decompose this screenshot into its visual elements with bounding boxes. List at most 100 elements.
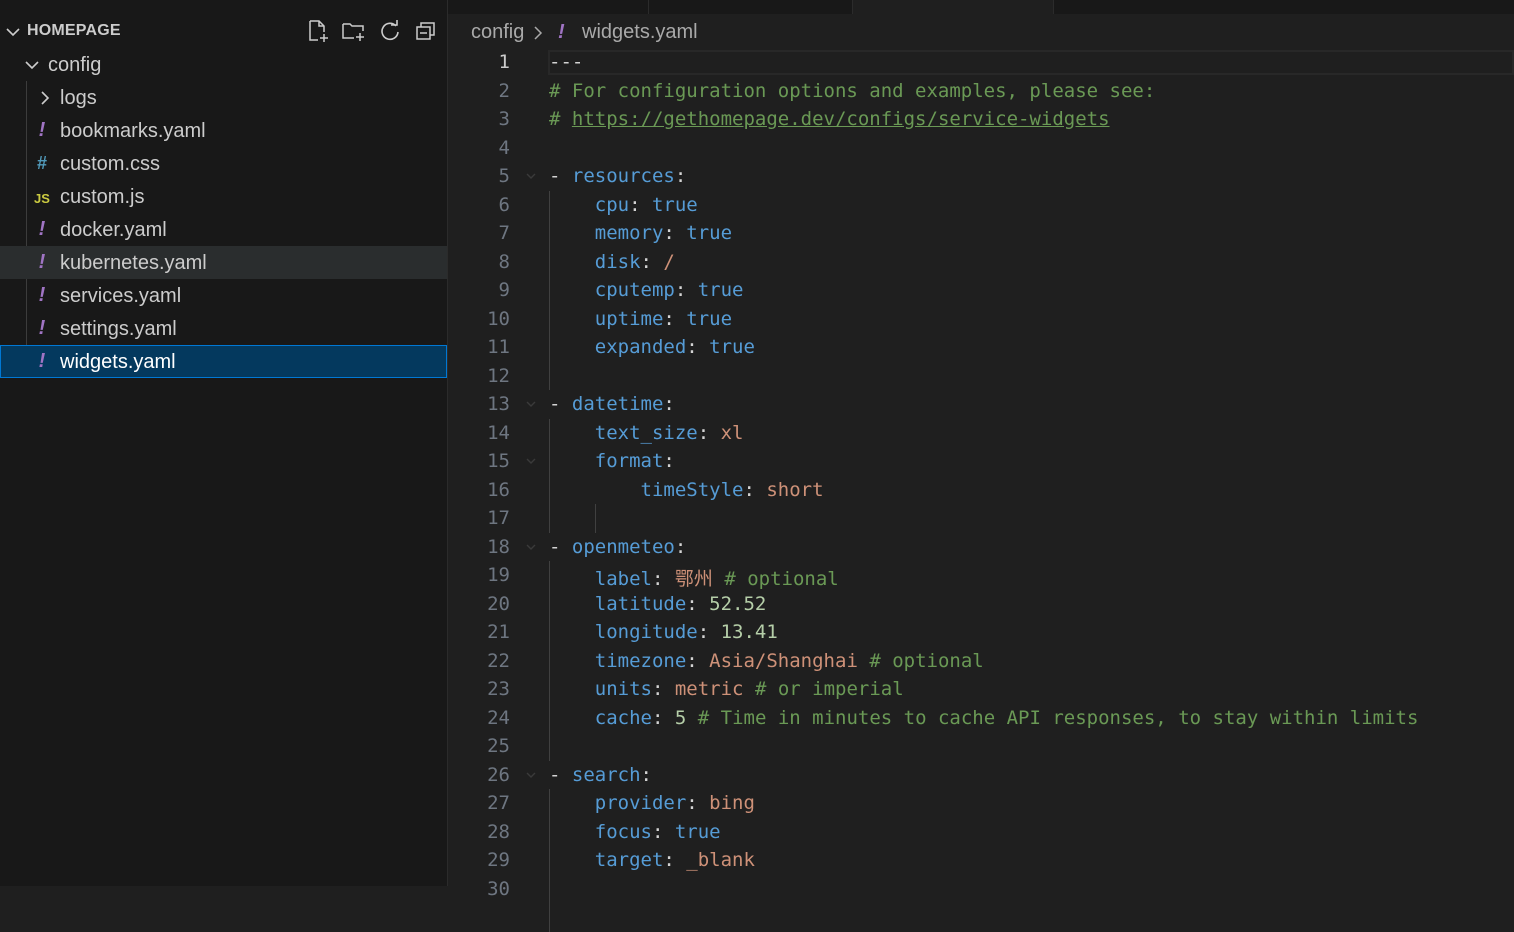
tree-file-kubernetes-yaml[interactable]: ! kubernetes.yaml [0,246,447,279]
code-line[interactable]: 20 latitude: 52.52 [448,590,1514,619]
code-line[interactable]: 1 --- [448,48,1514,77]
code-line[interactable]: 27 provider: bing [448,789,1514,818]
code-line[interactable]: 16 timeStyle: short [448,476,1514,505]
code-token-comment: # optional [857,649,984,672]
tree-file-custom-css[interactable]: # custom.css [0,147,447,180]
tree-file-docker-yaml[interactable]: ! docker.yaml [0,213,447,246]
editor-tab[interactable] [649,0,853,14]
code-token-punc: : [674,535,687,558]
code-token-comment: # Time in minutes to cache API responses… [686,706,1419,729]
code-line[interactable]: 8 disk: / [448,248,1514,277]
code-text: units: metric # or imperial [549,678,904,700]
code-token-str: short [766,478,824,501]
yaml-file-icon: ! [38,251,46,273]
code-editor[interactable]: 1 --- 2 # For configuration options and exa… [448,48,1514,932]
tree-file-settings-yaml[interactable]: ! settings.yaml [0,312,447,345]
code-line[interactable]: 7 memory: true [448,219,1514,248]
code-token-key: provider [594,792,687,814]
code-line[interactable]: 14 text_size: xl [448,419,1514,448]
editor-tab-active[interactable] [853,0,1054,14]
code-token-punc [549,422,595,444]
code-line[interactable]: 9 cputemp: true [448,276,1514,305]
code-token-key: label [594,568,652,590]
code-token-key: search [571,763,641,786]
code-token-key: units [594,678,652,700]
tree-file-services-yaml[interactable]: ! services.yaml [0,279,447,312]
code-line[interactable]: 29 target: _blank [448,846,1514,875]
code-line[interactable]: 15 format: [448,447,1514,476]
code-line[interactable]: 2 # For configuration options and example… [448,77,1514,106]
code-line[interactable]: 19 label: 鄂州 # optional [448,561,1514,590]
new-file-button[interactable] [305,18,331,44]
refresh-button[interactable] [377,18,403,44]
tree-item-label: docker.yaml [60,219,167,241]
code-line[interactable]: 4 [448,134,1514,163]
line-number: 20 [487,592,510,615]
fold-chevron-icon[interactable] [524,540,538,554]
code-line[interactable]: 5 - resources: [448,162,1514,191]
code-token-punc: : [663,450,675,472]
fold-chevron-icon[interactable] [524,397,538,411]
tree-folder-config[interactable]: config [0,48,447,81]
code-text: --- [549,51,583,73]
new-folder-button[interactable] [341,18,367,44]
code-token-punc [549,279,595,301]
code-text: label: 鄂州 # optional [549,564,839,591]
code-line[interactable]: 26 - search: [448,761,1514,790]
code-text: cache: 5 # Time in minutes to cache API … [549,706,1419,729]
code-token-bool: true [686,222,733,244]
tree-file-widgets-yaml[interactable]: ! widgets.yaml [0,345,447,378]
code-line[interactable]: 3 # https://gethomepage.dev/configs/servi… [448,105,1514,134]
code-token-bool: true [686,307,733,330]
code-line[interactable]: 25 [448,732,1514,761]
breadcrumb-folder[interactable]: config [471,21,524,44]
code-line[interactable]: 12 [448,362,1514,391]
code-token-str: Asia/Shanghai [709,649,858,672]
code-text: target: _blank [549,849,755,871]
tree-item-label: custom.js [60,186,145,208]
tree-file-custom-js[interactable]: JS custom.js [0,180,447,213]
code-line[interactable]: 18 - openmeteo: [448,533,1514,562]
code-line[interactable]: 30 [448,875,1514,904]
code-token-punc [549,251,595,273]
code-token-key: target [594,849,664,871]
code-line[interactable]: 17 [448,504,1514,533]
chevron-down-icon [25,61,39,70]
fold-chevron-icon[interactable] [524,454,538,468]
editor-tab[interactable] [448,0,649,14]
code-token-punc [549,336,595,358]
code-text: latitude: 52.52 [549,593,767,615]
breadcrumb-file[interactable]: widgets.yaml [582,21,698,44]
code-line[interactable]: 22 timezone: Asia/Shanghai # optional [448,647,1514,676]
new-file-icon [309,20,328,42]
code-token-punc [549,821,595,843]
current-line-highlight [548,50,1514,75]
code-token-link[interactable]: https://gethomepage.dev/configs/service-… [572,108,1110,130]
code-line[interactable]: 11 expanded: true [448,333,1514,362]
tree-file-bookmarks-yaml[interactable]: ! bookmarks.yaml [0,114,447,147]
fold-chevron-icon[interactable] [524,768,538,782]
tree-item-label: custom.css [60,153,161,175]
code-token-punc: --- [549,51,584,73]
tree-folder-logs[interactable]: logs [0,81,447,114]
fold-chevron-icon[interactable] [524,169,538,183]
line-number: 30 [487,877,510,900]
code-token-key: expanded [594,336,687,358]
yaml-file-icon: ! [38,317,46,339]
code-line[interactable]: 10 uptime: true [448,305,1514,334]
code-line[interactable]: 28 focus: true [448,818,1514,847]
line-number: 5 [498,165,510,187]
indent-guide [549,418,550,533]
code-text: focus: true [549,821,721,843]
collapse-all-button[interactable] [413,18,439,44]
code-line[interactable]: 23 units: metric # or imperial [448,675,1514,704]
code-line[interactable]: 21 longitude: 13.41 [448,618,1514,647]
code-line[interactable]: 13 - datetime: [448,390,1514,419]
code-token-str: / [663,250,675,273]
line-number: 1 [498,51,510,73]
line-number: 9 [498,279,510,301]
code-line[interactable]: 24 cache: 5 # Time in minutes to cache A… [448,704,1514,733]
code-token-punc: : [629,193,652,216]
code-text: timeStyle: short [549,479,824,501]
code-line[interactable]: 6 cpu: true [448,191,1514,220]
